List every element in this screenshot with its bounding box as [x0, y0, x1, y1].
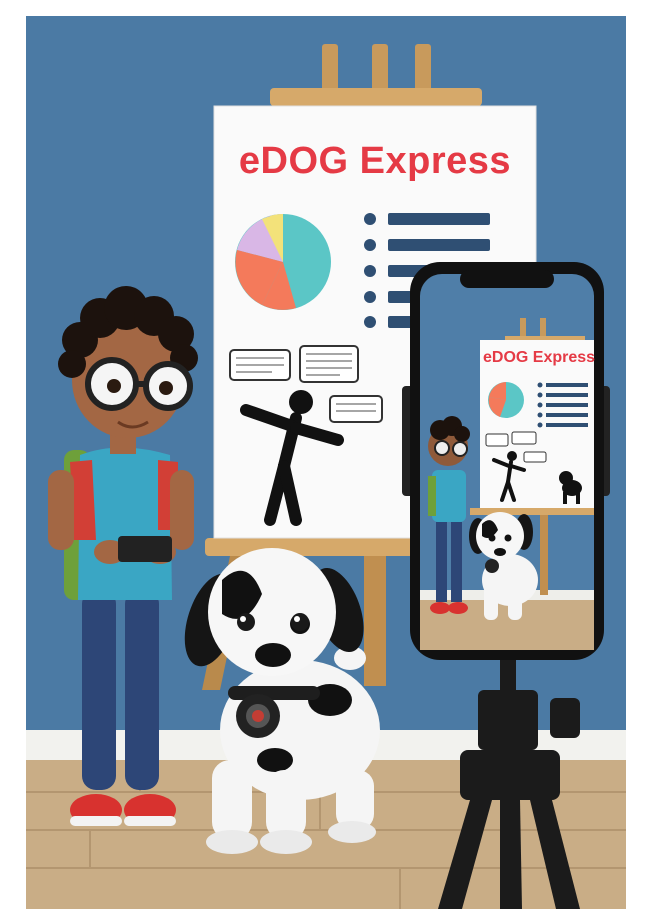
poster-title: eDOG Express — [238, 140, 512, 182]
smartphone-on-tripod-icon — [402, 262, 610, 660]
pie-chart-icon — [235, 214, 331, 310]
scene-illustration — [26, 16, 626, 909]
phone-screen-title: eDOG Express — [483, 349, 596, 366]
